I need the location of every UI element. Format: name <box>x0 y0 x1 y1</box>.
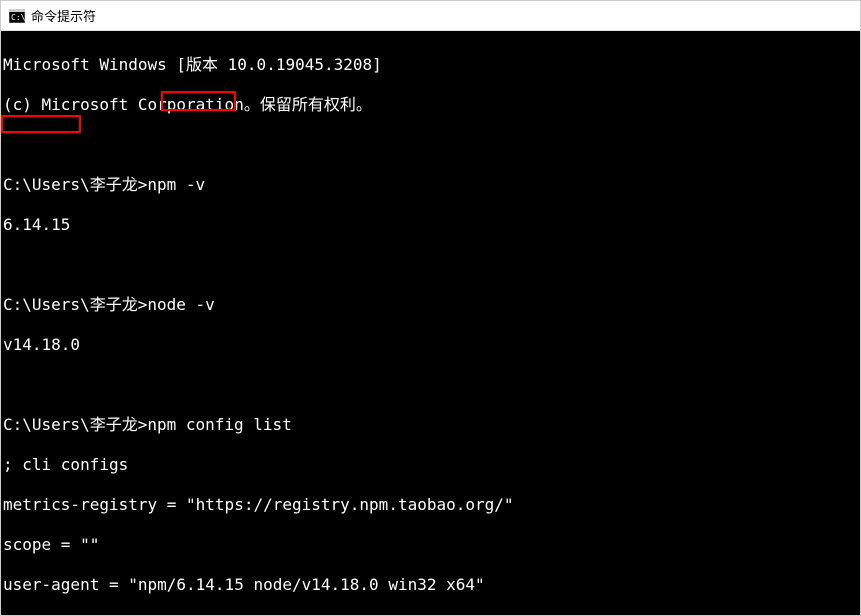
terminal-content[interactable]: Microsoft Windows [版本 10.0.19045.3208] (… <box>1 31 860 615</box>
cmd-window: C:\ 命令提示符 Microsoft Windows [版本 10.0.190… <box>0 0 861 616</box>
terminal-line: ; cli configs <box>3 455 858 475</box>
terminal-line: v14.18.0 <box>3 335 858 355</box>
terminal-line <box>3 135 858 155</box>
terminal-line: 6.14.15 <box>3 215 858 235</box>
terminal-line: C:\Users\李子龙>node -v <box>3 295 858 315</box>
terminal-line: metrics-registry = "https://registry.npm… <box>3 495 858 515</box>
terminal-line: user-agent = "npm/6.14.15 node/v14.18.0 … <box>3 575 858 595</box>
terminal-line <box>3 255 858 275</box>
cmd-icon: C:\ <box>9 8 25 24</box>
terminal-line: C:\Users\李子龙>npm config list <box>3 415 858 435</box>
highlight-npm-version <box>1 115 81 133</box>
terminal-line: C:\Users\李子龙>npm -v <box>3 175 858 195</box>
terminal-line <box>3 375 858 395</box>
terminal-line: scope = "" <box>3 535 858 555</box>
svg-text:C:\: C:\ <box>11 13 25 22</box>
terminal-line: Microsoft Windows [版本 10.0.19045.3208] <box>3 55 858 75</box>
window-title: 命令提示符 <box>31 6 96 25</box>
titlebar[interactable]: C:\ 命令提示符 <box>1 1 860 31</box>
terminal-line: (c) Microsoft Corporation。保留所有权利。 <box>3 95 858 115</box>
